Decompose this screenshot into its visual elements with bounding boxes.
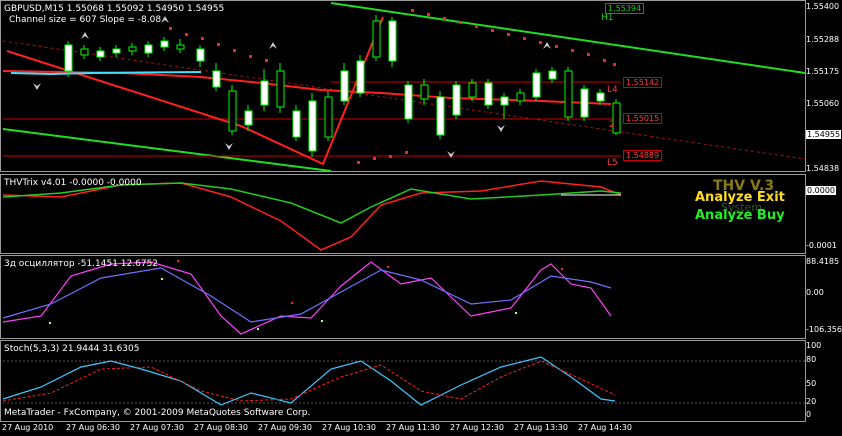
candle-body: [484, 82, 493, 106]
thv-trix-pane[interactable]: THVTrix v4.01 -0.0000 -0.0000 THV V.3 Sy…: [0, 174, 806, 254]
candle-body: [404, 84, 413, 120]
candle-body: [80, 48, 89, 56]
level-2-tag: 1.55015: [623, 113, 663, 124]
candle-body: [244, 110, 253, 126]
candle-body: [196, 48, 205, 62]
sar-dot: [357, 161, 360, 164]
candle-body: [516, 92, 525, 102]
stoch-title: Stoch(5,3,3) 21.9444 31.6305: [4, 344, 140, 354]
candle-body: [580, 88, 589, 118]
channel-mid-dashed: [2, 40, 806, 160]
sar-dot: [475, 25, 478, 28]
fractal-down-icon: [33, 83, 41, 90]
candle-body: [340, 70, 349, 102]
sar-dot: [185, 33, 188, 36]
candle-body: [308, 100, 317, 152]
sar-dot: [555, 45, 558, 48]
level-2-name: 2: [609, 120, 615, 130]
fractal-down-icon: [497, 125, 505, 132]
candle-body: [144, 44, 153, 54]
candle-body: [388, 20, 397, 62]
level-l5-tag: 1.54889: [623, 150, 663, 161]
candle-body: [260, 80, 269, 106]
candle-body: [500, 96, 509, 106]
candle-body: [532, 72, 541, 98]
sar-dot: [571, 49, 574, 52]
sar-dot: [389, 155, 392, 158]
level-h1-name: H1: [601, 13, 614, 23]
main-chart-svg: [2, 2, 806, 172]
sar-dot: [613, 63, 616, 66]
candle-body: [292, 110, 301, 138]
fractal-up-icon: [269, 42, 277, 49]
trix-green-line: [2, 182, 622, 224]
level-l5-name: L5: [607, 158, 618, 168]
candle-body: [596, 92, 605, 102]
sar-dot: [249, 55, 252, 58]
trix-red-line: [2, 180, 622, 251]
candle-body: [276, 70, 285, 108]
level-l4-tag: 1.55142: [623, 77, 663, 88]
sar-dot: [491, 29, 494, 32]
fractal-down-icon: [225, 143, 233, 150]
analyze-exit-label: Analyze Exit: [695, 190, 785, 205]
sar-dot: [201, 37, 204, 40]
osc-blue-line: [2, 267, 612, 323]
sar-dot: [427, 13, 430, 16]
fractal-up-icon: [81, 32, 89, 39]
sar-dot: [603, 59, 606, 62]
channel-upper-line: [330, 2, 806, 74]
current-price-box: 1.54955: [806, 130, 842, 139]
candle-body: [372, 20, 381, 58]
candle-body: [452, 84, 461, 116]
osc-title: 3д осциллятор -51.1451 12.6752: [4, 259, 159, 269]
sar-dot: [539, 41, 542, 44]
thv-title: THVTrix v4.01 -0.0000 -0.0000: [4, 178, 142, 188]
fractal-up-icon: [543, 42, 551, 49]
sar-dot: [233, 49, 236, 52]
osc-dots: [49, 260, 563, 330]
sar-dot: [373, 157, 376, 160]
candlesticks: [64, 15, 621, 157]
sar-dot: [523, 37, 526, 40]
sar-dot: [587, 53, 590, 56]
main-chart-pane[interactable]: GBPUSD,M15 1.55068 1.55092 1.54950 1.549…: [0, 0, 806, 172]
stoch-signal-line: [2, 360, 616, 402]
candle-body: [212, 70, 221, 88]
analyze-buy-label: Analyze Buy: [695, 208, 785, 223]
sar-dot: [405, 151, 408, 154]
candle-body: [128, 46, 137, 52]
stoch-main-line: [2, 356, 616, 406]
candle-body: [548, 70, 557, 80]
sar-dot: [169, 27, 172, 30]
candle-body: [96, 50, 105, 58]
oscillator-pane[interactable]: 3д осциллятор -51.1451 12.6752: [0, 255, 806, 339]
candle-body: [420, 84, 429, 100]
sar-dot: [443, 17, 446, 20]
sar-dot: [265, 59, 268, 62]
candle-body: [112, 48, 121, 54]
candle-body: [564, 70, 573, 118]
candle-body: [436, 96, 445, 136]
candle-body: [324, 96, 333, 138]
candle-body: [160, 40, 169, 48]
candle-body: [64, 44, 73, 72]
candle-body: [356, 60, 365, 94]
sar-dot: [217, 43, 220, 46]
channel-lower-line: [2, 128, 332, 172]
candle-body: [228, 90, 237, 132]
osc-magenta-line: [2, 261, 612, 335]
sar-dot: [411, 9, 414, 12]
stochastic-pane[interactable]: Stoch(5,3,3) 21.9444 31.6305 MetaTrader …: [0, 340, 806, 422]
fractal-down-icon: [447, 151, 455, 158]
symbol-info: GBPUSD,M15 1.55068 1.55092 1.54950 1.549…: [4, 4, 225, 14]
candle-body: [468, 82, 477, 98]
sar-dot: [459, 21, 462, 24]
sar-dot: [507, 33, 510, 36]
footer-copyright: MetaTrader - FxCompany, © 2001-2009 Meta…: [4, 408, 311, 418]
fractal-up-icon: [161, 16, 169, 23]
candle-body: [176, 44, 185, 50]
channel-info: Channel size = 607 Slope = -8.08: [9, 15, 162, 25]
level-l4-name: L4: [607, 85, 618, 95]
